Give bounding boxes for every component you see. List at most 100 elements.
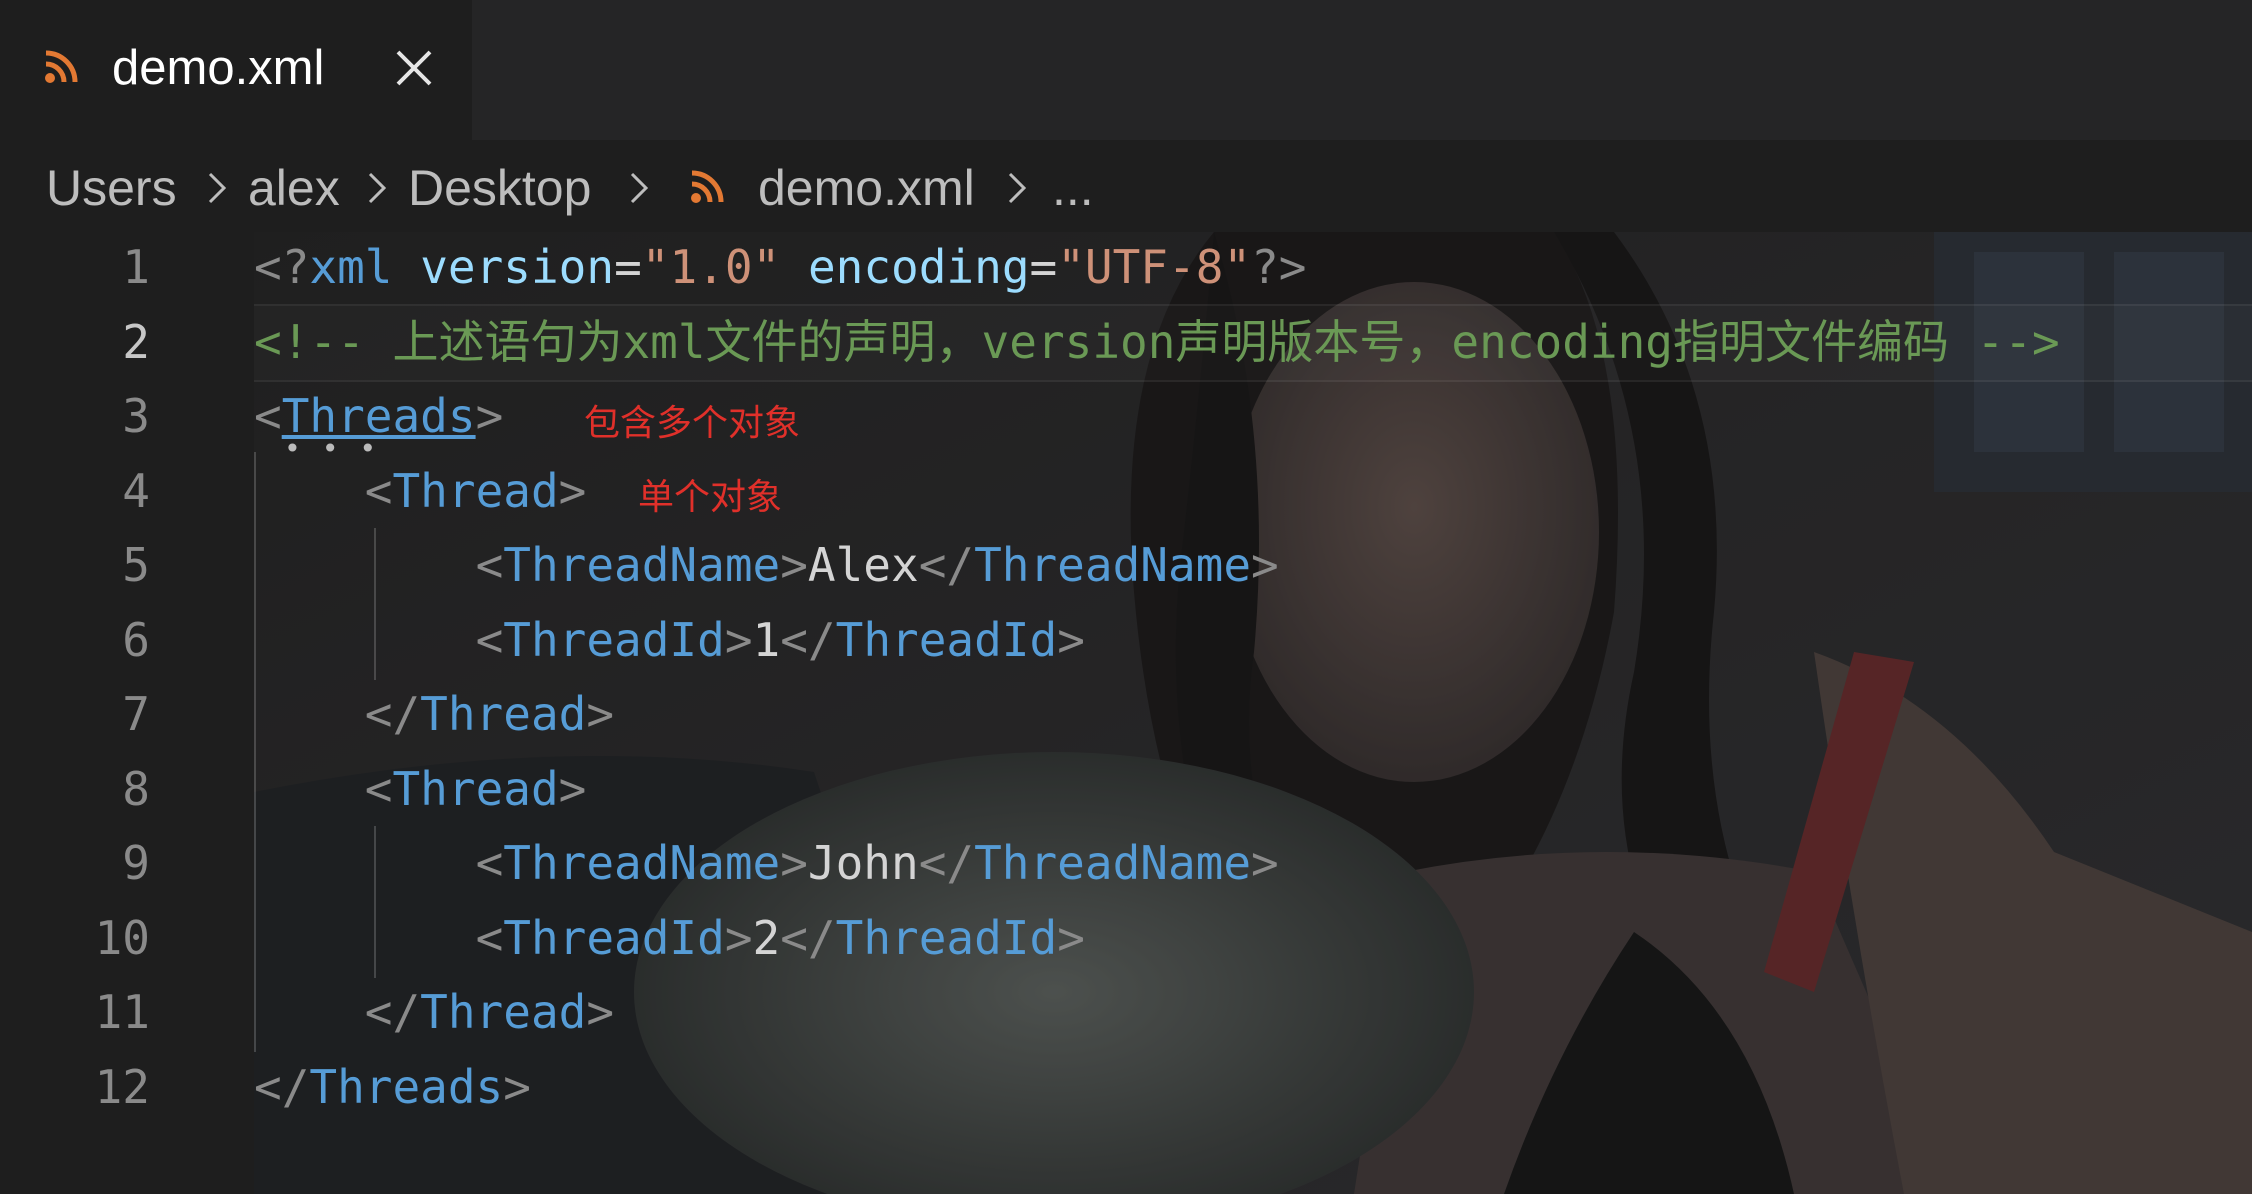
code-line[interactable]: <Thread> (254, 752, 587, 827)
code-line[interactable]: <Threads> (254, 379, 503, 454)
code-token: > (586, 985, 615, 1039)
code-token: Threads (281, 389, 476, 443)
code-token: ThreadName (503, 538, 781, 592)
code-token: Alex (807, 538, 919, 592)
code-token: > (1057, 910, 1085, 965)
code-token: > (586, 687, 615, 741)
line-number: 11 (94, 985, 150, 1039)
code-token: < (475, 538, 504, 592)
code-token: > (503, 1059, 531, 1114)
code-token: Thread (420, 687, 587, 741)
chevron-right-icon (630, 172, 649, 204)
code-line[interactable]: <ThreadName>Alex</ThreadName> (254, 528, 1279, 603)
rss-icon (691, 170, 724, 203)
breadcrumb-item-demo-xml[interactable]: demo.xml (758, 158, 975, 218)
code-token: ThreadName (974, 836, 1252, 890)
code-token: > (1251, 836, 1279, 890)
code-token: < (364, 463, 393, 518)
code-token: xml (309, 240, 393, 294)
breadcrumb-item-users[interactable]: Users (46, 158, 177, 218)
code-line[interactable]: </Thread> (254, 677, 614, 752)
rss-icon (45, 50, 78, 83)
tab-demo-xml[interactable]: demo.xml (0, 0, 472, 140)
code-token: ?> (1251, 240, 1307, 294)
line-number: 1 (122, 240, 150, 294)
line-number: 5 (122, 538, 150, 592)
code-line[interactable]: </Threads> (254, 1050, 531, 1125)
annotation-threads: 包含多个对象 (584, 403, 801, 444)
code-token: John (807, 836, 919, 890)
code-line[interactable]: <ThreadId>2</ThreadId> (254, 901, 1085, 976)
breadcrumb-item-alex[interactable]: alex (248, 158, 340, 218)
editor-window: demo.xml Users alex Desktop demo.xml ... (0, 0, 2252, 1194)
line-number: 8 (122, 761, 150, 816)
line-number: 10 (94, 910, 150, 965)
code-token: > (558, 463, 587, 518)
code-token: ThreadId (835, 910, 1058, 965)
code-token: > (724, 910, 753, 965)
code-line[interactable]: <ThreadId>1</ThreadId> (254, 603, 1085, 678)
line-number: 3 (122, 389, 150, 443)
code-token: </ (918, 538, 975, 592)
code-token: <!-- 上述语句为xml文件的声明，version声明版本号，encoding… (254, 314, 2060, 369)
code-token: Threads (309, 1059, 504, 1114)
code-token: Thread (392, 761, 559, 816)
code-token: </ (780, 612, 836, 667)
code-line[interactable]: <Thread> (254, 454, 587, 529)
code-token: > (780, 538, 808, 592)
code-token: 2 (752, 910, 781, 965)
code-token: "UTF-8" (1057, 240, 1252, 294)
code-token: < (364, 761, 393, 816)
breadcrumb-item-more[interactable]: ... (1052, 158, 1094, 218)
code-token: < (475, 910, 504, 965)
close-icon[interactable] (392, 46, 436, 90)
code-token: < (475, 612, 504, 667)
tab-bar: demo.xml (0, 0, 2252, 140)
code-token: </ (780, 910, 836, 965)
code-token: > (475, 389, 504, 443)
code-token: "1.0" (641, 240, 781, 294)
code-token: 1 (752, 612, 781, 667)
code-token: ThreadName (974, 538, 1252, 592)
breadcrumb: Users alex Desktop demo.xml ... (0, 140, 2252, 232)
code-token: <? (254, 240, 310, 294)
code-line[interactable]: <!-- 上述语句为xml文件的声明，version声明版本号，encoding… (254, 305, 2060, 380)
chevron-right-icon (208, 172, 227, 204)
code-token: ThreadId (503, 612, 725, 667)
code-line[interactable]: <ThreadName>John</ThreadName> (254, 826, 1279, 901)
annotation-thread: 单个对象 (638, 477, 783, 518)
code-token: Thread (392, 463, 559, 518)
code-editor[interactable]: • • • 1 2 3 4 5 6 7 8 9 10 11 12 <?xml version="1.0… (0, 232, 2252, 1194)
line-number: 6 (122, 612, 150, 667)
breadcrumb-item-desktop[interactable]: Desktop (408, 158, 591, 218)
code-token: = (614, 240, 642, 294)
code-token: > (558, 761, 587, 816)
code-token: > (1057, 612, 1085, 667)
code-token: Thread (420, 985, 587, 1039)
line-number: 12 (94, 1059, 150, 1114)
code-token: encoding (807, 240, 1030, 294)
tab-label: demo.xml (112, 41, 325, 95)
line-number: 9 (122, 836, 150, 890)
chevron-right-icon (1008, 172, 1027, 204)
code-token: ThreadName (503, 836, 781, 890)
code-line[interactable]: <?xml version="1.0" encoding="UTF-8"?> (254, 230, 1306, 305)
line-number: 7 (122, 687, 150, 741)
line-number: 4 (122, 463, 150, 518)
code-token: </ (254, 1059, 310, 1114)
code-token: </ (364, 687, 421, 741)
code-line[interactable]: </Thread> (254, 975, 614, 1050)
code-token: < (475, 836, 504, 890)
code-token: < (254, 389, 282, 443)
code-token: ThreadId (503, 910, 725, 965)
code-token: > (724, 612, 753, 667)
